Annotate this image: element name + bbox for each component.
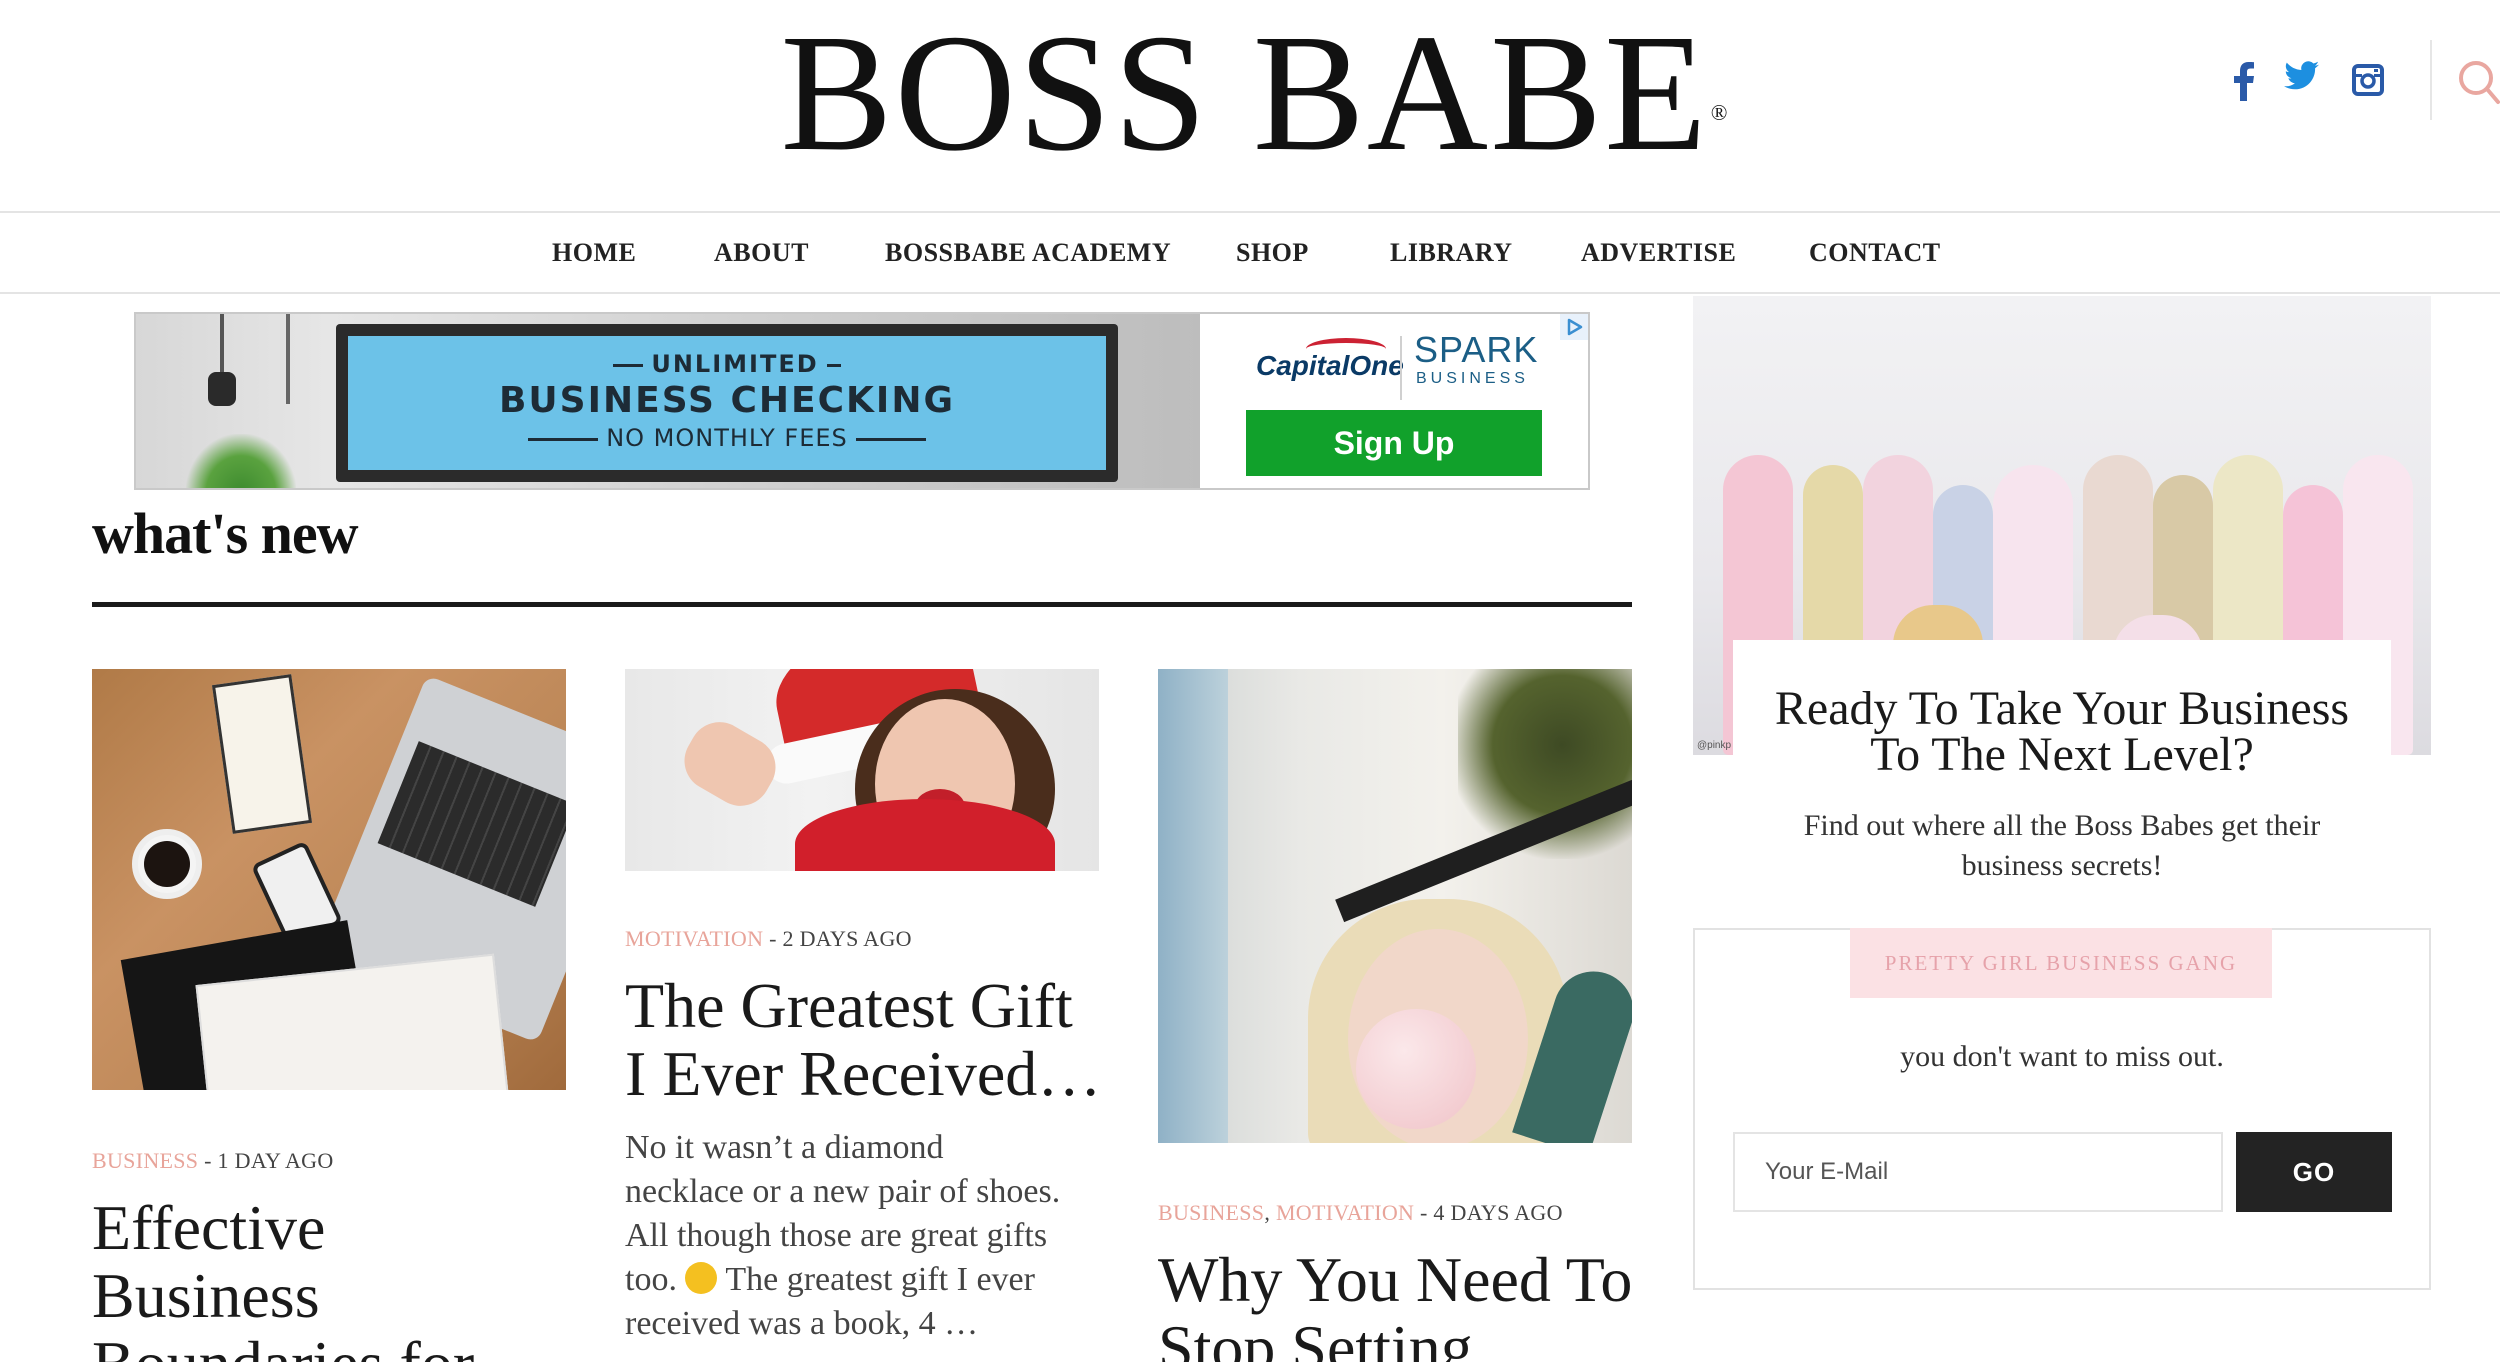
promo-title-line: To The Next Level?	[1870, 728, 2254, 781]
email-input[interactable]	[1733, 1132, 2223, 1212]
notebook	[211, 674, 313, 834]
post-title-2[interactable]: The Greatest Gift I Ever Received…	[625, 972, 1101, 1108]
category-link-motivation[interactable]: MOTIVATION	[1276, 1200, 1414, 1225]
photo-credit: @pinkp	[1697, 740, 1732, 751]
go-button[interactable]: GO	[2236, 1132, 2392, 1212]
post-meta-2: MOTIVATION - 2 DAYS AGO	[625, 926, 912, 952]
post-date: - 1 DAY AGO	[198, 1148, 334, 1173]
post-title-line: I Ever Received…	[625, 1038, 1102, 1109]
promo-title-line: Ready To Take Your Business	[1774, 682, 2350, 735]
ad-signup-button[interactable]: Sign Up	[1246, 410, 1542, 476]
section-title: what's new	[92, 501, 359, 566]
excerpt-line: No it wasn’t a diamond	[625, 1129, 944, 1166]
ad-lamp-cord-2	[286, 314, 290, 404]
winking-emoji-icon	[685, 1262, 718, 1294]
ad-plant	[186, 434, 296, 488]
spark-business-label: BUSINESS	[1416, 370, 1529, 387]
nav-item-about[interactable]: ABOUT	[714, 213, 809, 292]
excerpt-line: necklace or a new pair of shoes.	[625, 1173, 1061, 1210]
coffee	[144, 841, 190, 887]
post-thumbnail-desk[interactable]	[92, 669, 566, 1090]
nav-item-shop[interactable]: SHOP	[1236, 213, 1309, 292]
post-title-line: Why You Need To	[1158, 1244, 1633, 1315]
newsletter-label: PRETTY GIRL BUSINESS GANG	[1850, 928, 2272, 998]
nav-item-home[interactable]: HOME	[552, 213, 636, 292]
post-excerpt-2: No it wasn’t a diamond necklace or a new…	[625, 1126, 1060, 1346]
ad-line-2: BUSINESS CHECKING	[498, 380, 955, 421]
post-thumbnail-gift[interactable]	[625, 669, 1099, 871]
post-title-line: Effective	[92, 1192, 326, 1263]
sky-strip	[1158, 669, 1228, 1143]
section-divider	[92, 602, 1632, 607]
promo-subtitle-line: business secrets!	[1961, 849, 2163, 882]
spark-logo: SPARK	[1414, 329, 1539, 370]
twitter-icon[interactable]	[2282, 56, 2322, 96]
excerpt-line: All though those are great gifts	[625, 1217, 1048, 1254]
post-title-1[interactable]: Effective Business Boundaries for	[92, 1194, 474, 1362]
post-title-3[interactable]: Why You Need To Stop Setting	[1158, 1246, 1632, 1362]
nav-item-advertise[interactable]: ADVERTISE	[1581, 213, 1736, 292]
ad-divider	[1400, 336, 1402, 400]
post-title-line: Stop Setting	[1158, 1312, 1473, 1362]
search-icon[interactable]	[2456, 58, 2500, 108]
ad-line-1: UNLIMITED	[348, 350, 1106, 378]
promo-subtitle: Find out where all the Boss Babes get th…	[1733, 806, 2391, 886]
promo-title: Ready To Take Your Business To The Next …	[1733, 682, 2391, 781]
post-thumbnail-bubblegum[interactable]	[1158, 669, 1632, 1143]
category-link-business[interactable]: BUSINESS	[1158, 1200, 1264, 1225]
ad-lamp-bulb	[208, 372, 236, 406]
main-nav: HOME ABOUT BOSSBABE ACADEMY SHOP LIBRARY…	[0, 211, 2500, 294]
nav-item-bossbabe-academy[interactable]: BOSSBABE ACADEMY	[885, 213, 1171, 292]
ad-line-3: NO MONTHLY FEES	[348, 424, 1106, 452]
ad-lamp-cord	[220, 314, 224, 374]
category-separator: ,	[1264, 1200, 1276, 1225]
category-link-business[interactable]: BUSINESS	[92, 1148, 198, 1173]
ad-background-photo: UNLIMITED BUSINESS CHECKING NO MONTHLY F…	[136, 314, 1200, 488]
ad-banner[interactable]: UNLIMITED BUSINESS CHECKING NO MONTHLY F…	[134, 312, 1590, 490]
instagram-icon[interactable]	[2350, 62, 2386, 98]
excerpt-line: received was a book, 4 …	[625, 1305, 979, 1342]
ad-screen: UNLIMITED BUSINESS CHECKING NO MONTHLY F…	[348, 336, 1106, 470]
promo-subtitle-line: Find out where all the Boss Babes get th…	[1803, 809, 2321, 842]
header-divider	[2430, 40, 2432, 120]
post-title-line: Boundaries for	[92, 1330, 474, 1362]
nav-item-contact[interactable]: CONTACT	[1809, 213, 1941, 292]
post-meta-3: BUSINESS, MOTIVATION - 4 DAYS AGO	[1158, 1200, 1563, 1226]
logo-text: BOSS BABE	[780, 0, 1709, 186]
facebook-icon[interactable]	[2230, 56, 2258, 106]
registered-mark: ®	[1710, 100, 1730, 125]
site-logo[interactable]: BOSS BABE®	[0, 8, 2500, 178]
nav-item-library[interactable]: LIBRARY	[1390, 213, 1513, 292]
post-meta-1: BUSINESS - 1 DAY AGO	[92, 1148, 334, 1174]
post-date: - 2 DAYS AGO	[763, 926, 912, 951]
category-link-motivation[interactable]: MOTIVATION	[625, 926, 763, 951]
excerpt-line: too. The greatest gift I ever	[625, 1261, 1035, 1298]
adchoices-icon[interactable]	[1560, 314, 1588, 340]
post-title-line: The Greatest Gift	[625, 970, 1073, 1041]
post-date: - 4 DAYS AGO	[1414, 1200, 1563, 1225]
post-title-line: Business	[92, 1260, 320, 1331]
newsletter-text: you don't want to miss out.	[1900, 1040, 2224, 1073]
capitalone-swoosh	[1306, 338, 1386, 360]
bubblegum-bubble	[1356, 1009, 1476, 1129]
hand	[673, 711, 787, 817]
